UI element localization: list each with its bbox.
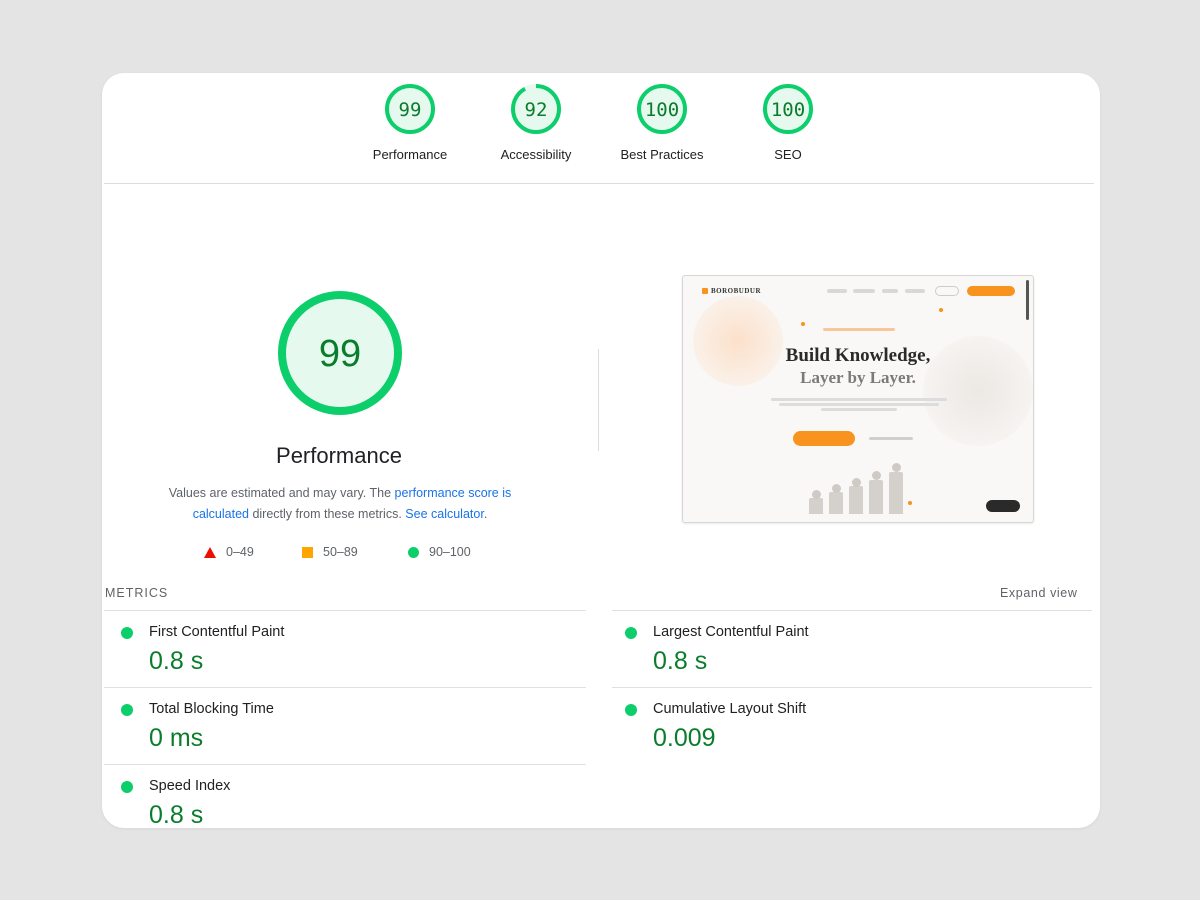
metric-value: 0.8 s: [653, 647, 708, 675]
metric-value: 0.009: [653, 724, 716, 752]
gauge-performance[interactable]: 99 Performance: [340, 83, 480, 162]
svg-text:100: 100: [771, 99, 805, 121]
metric-first-contentful-paint: First Contentful Paint 0.8 s: [104, 610, 586, 687]
screenshot-login-button: [935, 286, 959, 296]
score-ring-icon: 99: [385, 84, 435, 134]
expand-view-button[interactable]: Expand view: [1000, 586, 1077, 600]
metric-name: Speed Index: [149, 778, 231, 794]
nav-link-placeholder: [853, 289, 875, 293]
green-circle-icon: [625, 704, 637, 716]
gauge-label: Accessibility: [500, 147, 572, 162]
svg-text:100: 100: [645, 99, 679, 121]
red-triangle-icon: [204, 546, 216, 558]
screenshot-bar: [809, 498, 823, 514]
screenshot-paragraph: [771, 396, 947, 413]
legend-range: 0–49: [226, 545, 254, 559]
svg-text:92: 92: [525, 99, 548, 121]
metric-largest-contentful-paint: Largest Contentful Paint 0.8 s: [612, 610, 1092, 687]
metric-name: Largest Contentful Paint: [653, 624, 809, 640]
description-text: .: [483, 507, 488, 521]
green-circle-icon: [408, 546, 419, 558]
orange-square-icon: [302, 546, 313, 558]
score-ring-icon: 100: [763, 84, 813, 134]
svg-text:99: 99: [319, 333, 361, 375]
screenshot-primary-button: [793, 431, 855, 446]
final-screenshot[interactable]: BOROBUDUR Build Knowledge, Layer by Laye…: [682, 275, 1034, 523]
metric-name: Cumulative Layout Shift: [653, 701, 807, 717]
screenshot-bead: [812, 490, 821, 499]
gauge-label: Performance: [372, 147, 448, 162]
metric-speed-index: Speed Index 0.8 s: [104, 764, 586, 828]
screenshot-bar: [869, 480, 883, 514]
metric-value: 0 ms: [149, 724, 204, 752]
screenshot-bead: [892, 463, 901, 472]
svg-text:99: 99: [399, 99, 422, 121]
green-circle-icon: [121, 627, 133, 639]
lighthouse-report-card: 99 Performance 92 Accessibility 100 Best…: [102, 73, 1100, 828]
legend-range: 90–100: [429, 545, 471, 559]
category-gauges: 99 Performance 92 Accessibility 100 Best…: [102, 73, 1100, 185]
legend-range: 50–89: [323, 545, 358, 559]
vertical-divider: [598, 349, 599, 451]
legend-average: 50–89: [302, 545, 358, 559]
screenshot-bar: [849, 486, 863, 514]
legend-fail: 0–49: [204, 545, 254, 559]
screenshot-cta-button: [967, 286, 1015, 296]
performance-score-gauge: 99: [276, 289, 404, 417]
screenshot-headline-1: Build Knowledge,: [785, 345, 931, 366]
screenshot-bead: [832, 484, 841, 493]
screenshot-bar: [889, 472, 903, 514]
screenshot-secondary-button: [863, 431, 919, 446]
screenshot-bead: [852, 478, 861, 487]
gauge-accessibility[interactable]: 92 Accessibility: [466, 83, 606, 162]
metric-value: 0.8 s: [149, 801, 204, 828]
screenshot-badge: [823, 328, 895, 331]
screenshot-scrollbar: [1026, 280, 1029, 320]
logo-icon: [702, 288, 708, 294]
metric-total-blocking-time: Total Blocking Time 0 ms: [104, 687, 586, 764]
see-calculator-link[interactable]: See calculator: [405, 507, 484, 521]
green-circle-icon: [121, 704, 133, 716]
decorative-dot: [908, 501, 912, 505]
header-divider: [104, 183, 1094, 184]
nav-link-placeholder: [827, 289, 847, 293]
score-ring-icon: 99: [278, 291, 402, 415]
gauge-label: Best Practices: [620, 147, 704, 162]
gauge-seo[interactable]: 100 SEO: [718, 83, 858, 162]
decorative-dot: [801, 322, 805, 326]
green-circle-icon: [121, 781, 133, 793]
screenshot-bar: [829, 492, 843, 514]
metric-value: 0.8 s: [149, 647, 204, 675]
decorative-dot: [939, 308, 943, 312]
metrics-heading: METRICS: [105, 586, 169, 600]
description-text: Values are estimated and may vary. The: [168, 486, 395, 500]
score-ring-icon: 92: [511, 84, 561, 134]
description-text: directly from these metrics.: [248, 507, 406, 521]
nav-link-placeholder: [882, 289, 898, 293]
legend-pass: 90–100: [408, 545, 471, 559]
gauge-best-practices[interactable]: 100 Best Practices: [592, 83, 732, 162]
metric-name: Total Blocking Time: [149, 701, 274, 717]
score-ring-icon: 100: [637, 84, 687, 134]
metric-name: First Contentful Paint: [149, 624, 285, 640]
score-description: Values are estimated and may vary. The p…: [142, 483, 538, 525]
screenshot-bead: [872, 471, 881, 480]
screenshot-headline-2: Layer by Layer.: [800, 368, 916, 387]
nav-link-placeholder: [905, 289, 925, 293]
green-circle-icon: [625, 627, 637, 639]
screenshot-navbar: BOROBUDUR: [683, 276, 1033, 310]
metric-cumulative-layout-shift: Cumulative Layout Shift 0.009: [612, 687, 1092, 764]
gauge-label: SEO: [774, 147, 802, 162]
screenshot-ask-button: [986, 500, 1020, 512]
performance-title: Performance: [276, 443, 402, 468]
screenshot-logo: BOROBUDUR: [711, 287, 762, 295]
